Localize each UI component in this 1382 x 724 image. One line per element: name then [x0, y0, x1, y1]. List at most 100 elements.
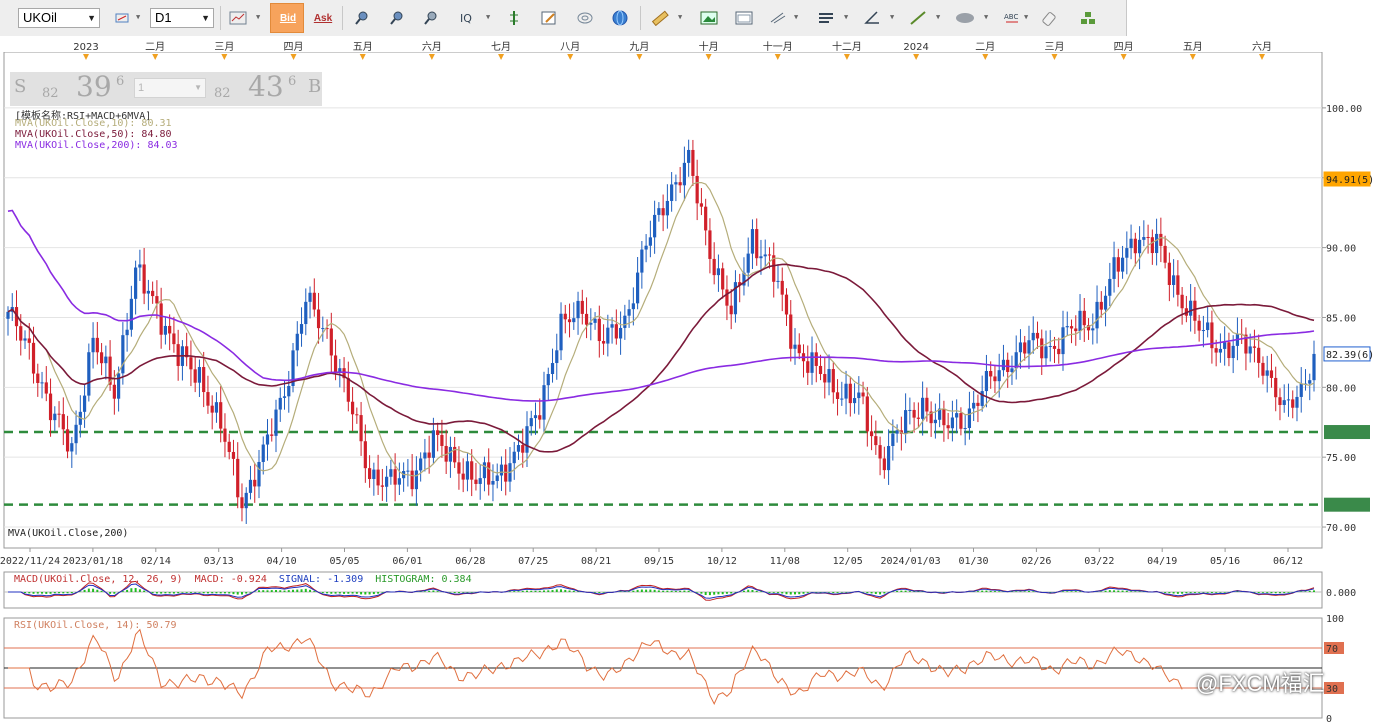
- y-tick-label: 70.00: [1326, 523, 1356, 534]
- candle-body: [516, 445, 521, 452]
- buy-letter: B: [308, 76, 322, 97]
- candle-body: [423, 452, 427, 459]
- candle-body: [470, 461, 474, 480]
- x-tick-label: 2024/01/03: [880, 556, 940, 567]
- candle-body: [976, 402, 980, 406]
- candle-body: [746, 253, 750, 273]
- candle-body: [465, 461, 470, 480]
- mva200-bottom-label: MVA(UKOil.Close,200): [6, 528, 131, 539]
- x-tick-label: 03/13: [204, 556, 234, 567]
- candle-body: [117, 373, 121, 399]
- candle-body: [1116, 257, 1120, 272]
- candle-body: [1154, 233, 1159, 254]
- candle-body: [721, 268, 725, 290]
- mva50-legend: MVA(UKOil.Close,50): 84.80: [15, 129, 172, 140]
- candle-body: [674, 182, 678, 185]
- candle-body: [823, 374, 827, 383]
- candle-body: [240, 497, 244, 509]
- candle-body: [1082, 310, 1086, 326]
- candle-body: [1274, 377, 1278, 398]
- rsi-tick-label: 0: [1326, 714, 1332, 724]
- price-chart[interactable]: 2023 二月 三月 四月 五月 六月 七月 八月 九月 十月 十一月 十二月 2024 二月 三月 四月 五月…: [0, 0, 1382, 724]
- sell-letter: S: [14, 76, 27, 97]
- candle-body: [1278, 397, 1282, 405]
- candle-body: [1052, 345, 1057, 349]
- candle-body: [155, 296, 159, 304]
- x-tick-label: 04/10: [267, 556, 297, 567]
- x-tick-label: 06/28: [455, 556, 485, 567]
- candle-body: [53, 413, 57, 421]
- candle-body: [1103, 295, 1108, 310]
- support-tag: [1324, 497, 1370, 512]
- x-tick-label: 07/25: [518, 556, 548, 567]
- candle-body: [478, 478, 482, 484]
- candle-body: [538, 415, 542, 420]
- candle-body: [1133, 238, 1137, 254]
- candle-body: [584, 313, 589, 325]
- y-tick-label: 80.00: [1326, 383, 1356, 394]
- candle-body: [806, 361, 810, 373]
- candle-body: [1074, 328, 1078, 332]
- candle-body: [163, 325, 168, 335]
- buy-price-big[interactable]: 43: [248, 70, 284, 103]
- candle-body: [916, 417, 920, 419]
- candle-body: [529, 418, 533, 427]
- mva10-legend: MVA(UKOil.Close,10): 80.31: [15, 118, 172, 129]
- candle-body: [1257, 347, 1261, 363]
- rsi-tick-label: 30: [1326, 684, 1338, 695]
- candle-body: [367, 468, 372, 479]
- candle-body: [1291, 399, 1295, 408]
- candle-body: [427, 452, 431, 458]
- candle-body: [265, 434, 270, 445]
- candle-body: [512, 451, 516, 464]
- candle-body: [223, 428, 227, 442]
- candle-body: [440, 434, 444, 446]
- candle-body: [329, 328, 333, 356]
- candle-body: [610, 324, 614, 328]
- candle-body: [202, 367, 206, 393]
- candle-body: [521, 445, 525, 453]
- candle-body: [784, 294, 789, 315]
- candle-body: [248, 479, 253, 493]
- candle-body: [1010, 368, 1014, 372]
- sell-price-big[interactable]: 39: [76, 70, 112, 103]
- candle-body: [414, 470, 418, 490]
- candle-body: [82, 395, 87, 412]
- x-tick-label: 02/14: [141, 556, 171, 567]
- candle-body: [759, 256, 763, 259]
- candle-body: [1295, 396, 1299, 408]
- candle-body: [1231, 345, 1235, 359]
- candle-body: [614, 324, 618, 339]
- candle-body: [665, 200, 669, 216]
- month-label: 十月: [699, 40, 719, 53]
- candle-body: [1206, 322, 1210, 331]
- x-tick-label: 10/12: [707, 556, 737, 567]
- candle-body: [359, 415, 363, 442]
- candle-body: [955, 413, 959, 418]
- candle-body: [993, 376, 997, 382]
- candle-body: [950, 417, 955, 429]
- month-label: 二月: [975, 41, 995, 53]
- candle-body: [397, 478, 401, 485]
- candle-body: [1069, 326, 1074, 329]
- candle-body: [151, 290, 155, 297]
- price-pane: [3, 51, 1323, 549]
- candle-body: [44, 382, 48, 394]
- y-tick-label: 90.00: [1326, 244, 1356, 255]
- x-tick-label: 05/16: [1210, 556, 1240, 567]
- candle-body: [112, 384, 116, 399]
- candle-body: [1163, 245, 1167, 263]
- candle-body: [134, 267, 138, 299]
- candle-body: [687, 149, 691, 163]
- candle-body: [891, 433, 895, 447]
- candle-body: [457, 462, 461, 474]
- candle-body: [682, 162, 686, 186]
- candle-body: [1091, 328, 1095, 331]
- x-tick-label: 06/12: [1273, 556, 1303, 567]
- lot-input[interactable]: 1 ▼: [134, 78, 206, 98]
- rsi-tick-label: 70: [1326, 644, 1338, 655]
- candle-body: [1137, 239, 1142, 254]
- candle-body: [636, 272, 640, 304]
- candle-body: [704, 206, 708, 231]
- candle-body: [1095, 301, 1099, 329]
